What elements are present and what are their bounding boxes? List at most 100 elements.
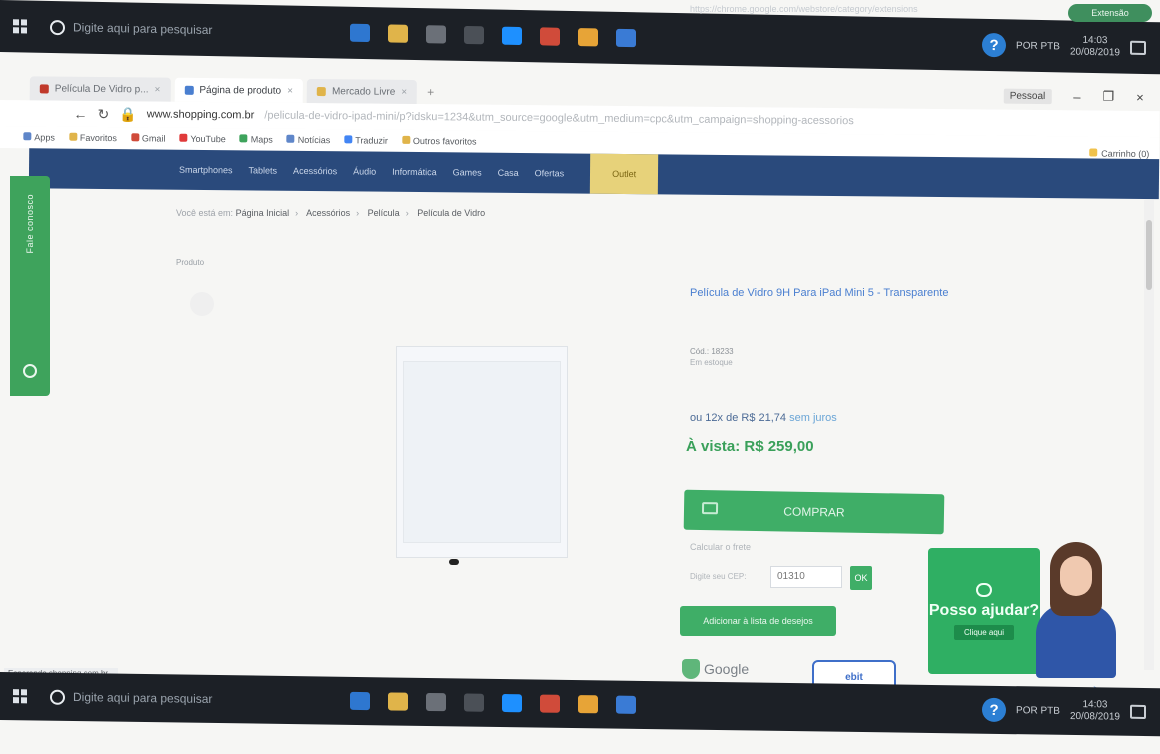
reload-icon[interactable]: ↻ [97, 105, 109, 122]
clock[interactable]: 14:03 20/08/2019 [1070, 35, 1120, 60]
edge-icon[interactable] [350, 23, 370, 43]
notification-icon[interactable] [1130, 704, 1146, 720]
bookmark-label: Notícias [297, 134, 331, 146]
close-window-icon[interactable]: × [1136, 89, 1144, 104]
sync-icon[interactable] [502, 694, 522, 713]
clock[interactable]: 14:03 20/08/2019 [1070, 699, 1120, 724]
url-path[interactable]: /pelicula-de-vidro-ipad-mini/p?idsku=123… [264, 110, 1084, 130]
installment-free: sem juros [789, 412, 837, 424]
scrollbar-thumb[interactable] [1146, 220, 1152, 290]
maximize-icon[interactable]: ❐ [1102, 89, 1114, 105]
taskbar-search[interactable]: Digite aqui para pesquisar [40, 1, 310, 58]
word-icon[interactable] [616, 28, 636, 48]
help-cta[interactable]: Clique aqui [953, 624, 1015, 640]
chrome-icon[interactable] [540, 694, 560, 713]
start-button[interactable] [0, 672, 40, 721]
back-icon[interactable]: ← [73, 106, 87, 122]
translate-icon [344, 135, 353, 144]
breadcrumb-link[interactable]: Película [368, 208, 400, 218]
product-code: Cód.: 18233 [690, 347, 734, 356]
nav-item-outlet[interactable]: Outlet [590, 153, 659, 195]
bookmark-item[interactable]: Outros favoritos [401, 135, 477, 147]
breadcrumb-separator: › [295, 208, 299, 218]
breadcrumb: Você está em: Página Inicial › Acessórios… [176, 208, 485, 218]
help-icon[interactable]: ? [982, 32, 1007, 58]
nav-item[interactable]: Smartphones [179, 165, 233, 176]
apps-icon [23, 132, 32, 141]
bookmark-item[interactable]: Traduzir [344, 135, 388, 146]
breadcrumb-link[interactable]: Acessórios [306, 208, 350, 218]
page-scrollbar[interactable] [1144, 200, 1154, 670]
extension-badge[interactable]: Extensão [1068, 4, 1152, 22]
nav-item[interactable]: Games [453, 167, 482, 177]
side-contact-tab[interactable]: Fale conosco [10, 176, 50, 396]
start-button[interactable] [0, 0, 40, 53]
help-icon[interactable]: ? [982, 697, 1007, 723]
cart-icon [701, 502, 719, 515]
screenshot-stage: Digite aqui para pesquisar ? POR PTB 14:… [0, 0, 1160, 754]
tab-2[interactable]: Página de produto × [174, 77, 304, 103]
tray-lang: POR PTB [1016, 704, 1060, 717]
bookmark-item[interactable]: Gmail [130, 133, 166, 144]
store-icon[interactable] [426, 692, 446, 712]
breadcrumb-current: Película de Vidro [417, 208, 486, 218]
minimize-icon[interactable]: – [1073, 89, 1080, 104]
chrome-icon[interactable] [540, 27, 560, 46]
mail-icon[interactable] [464, 25, 484, 45]
help-chat-widget[interactable]: Posso ajudar? Clique aqui [928, 548, 1040, 674]
shield-icon [682, 659, 700, 679]
nav-item[interactable]: Tablets [249, 165, 278, 175]
cep-input[interactable]: 01310 [770, 566, 842, 588]
breadcrumb-separator: › [405, 208, 409, 218]
gmail-icon [130, 133, 139, 142]
tab-1[interactable]: Película De Vidro p... × [29, 76, 171, 102]
breadcrumb-link[interactable]: Página Inicial [236, 208, 290, 218]
nav-item[interactable]: Ofertas [535, 168, 565, 178]
breadcrumb-prefix: Você está em: [176, 208, 234, 218]
store-icon[interactable] [426, 25, 446, 44]
clock-date: 20/08/2019 [1069, 46, 1120, 59]
firefox-icon[interactable] [578, 695, 598, 714]
nav-item[interactable]: Informática [392, 167, 437, 177]
taskbar-search[interactable]: Digite aqui para pesquisar [40, 673, 310, 725]
tab-3[interactable]: Mercado Livre × [306, 78, 418, 105]
nav-item[interactable]: Casa [498, 168, 519, 178]
nav-item[interactable]: Acessórios [293, 166, 337, 176]
new-tab-button[interactable]: + [421, 85, 440, 104]
mail-icon[interactable] [464, 693, 484, 712]
buy-button[interactable]: COMPRAR [683, 489, 945, 535]
nav-item[interactable]: Áudio [353, 166, 376, 176]
youtube-icon [179, 133, 188, 142]
edge-icon[interactable] [350, 691, 370, 711]
profile-button[interactable]: Pessoal [1003, 88, 1052, 104]
close-icon[interactable]: × [287, 85, 293, 96]
sync-icon[interactable] [502, 26, 522, 46]
google-badge-label: Google [704, 661, 750, 677]
bookmark-label: Gmail [141, 133, 166, 144]
star-icon [68, 132, 77, 141]
product-image[interactable] [396, 346, 568, 565]
notification-icon[interactable] [1130, 40, 1146, 56]
bookmark-item[interactable]: Notícias [286, 134, 331, 146]
favicon-icon [39, 83, 49, 93]
thumbnail[interactable] [190, 292, 214, 316]
word-icon[interactable] [616, 695, 636, 714]
wishlist-button[interactable]: Adicionar à lista de desejos [680, 606, 836, 636]
cep-ok-button[interactable]: OK [850, 566, 872, 590]
bookmark-item[interactable]: YouTube [179, 133, 226, 145]
tab-label: Mercado Livre [331, 85, 396, 98]
bookmark-item[interactable]: Apps [23, 132, 55, 143]
close-icon[interactable]: × [401, 86, 407, 97]
bookmark-item[interactable]: Favoritos [68, 132, 117, 143]
tray-lang: POR PTB [1016, 40, 1060, 52]
url-host[interactable]: www.shopping.com.br [147, 108, 255, 121]
product-section-label: Produto [176, 258, 205, 267]
bookmark-label: YouTube [190, 133, 226, 145]
firefox-icon[interactable] [578, 28, 598, 47]
folder-icon[interactable] [388, 692, 408, 711]
folder-icon[interactable] [388, 24, 408, 43]
bookmark-item[interactable]: Maps [239, 134, 273, 145]
cart-link[interactable]: Carrinho (0) [1089, 148, 1149, 159]
product-image-detail [449, 559, 459, 565]
close-icon[interactable]: × [155, 84, 161, 95]
